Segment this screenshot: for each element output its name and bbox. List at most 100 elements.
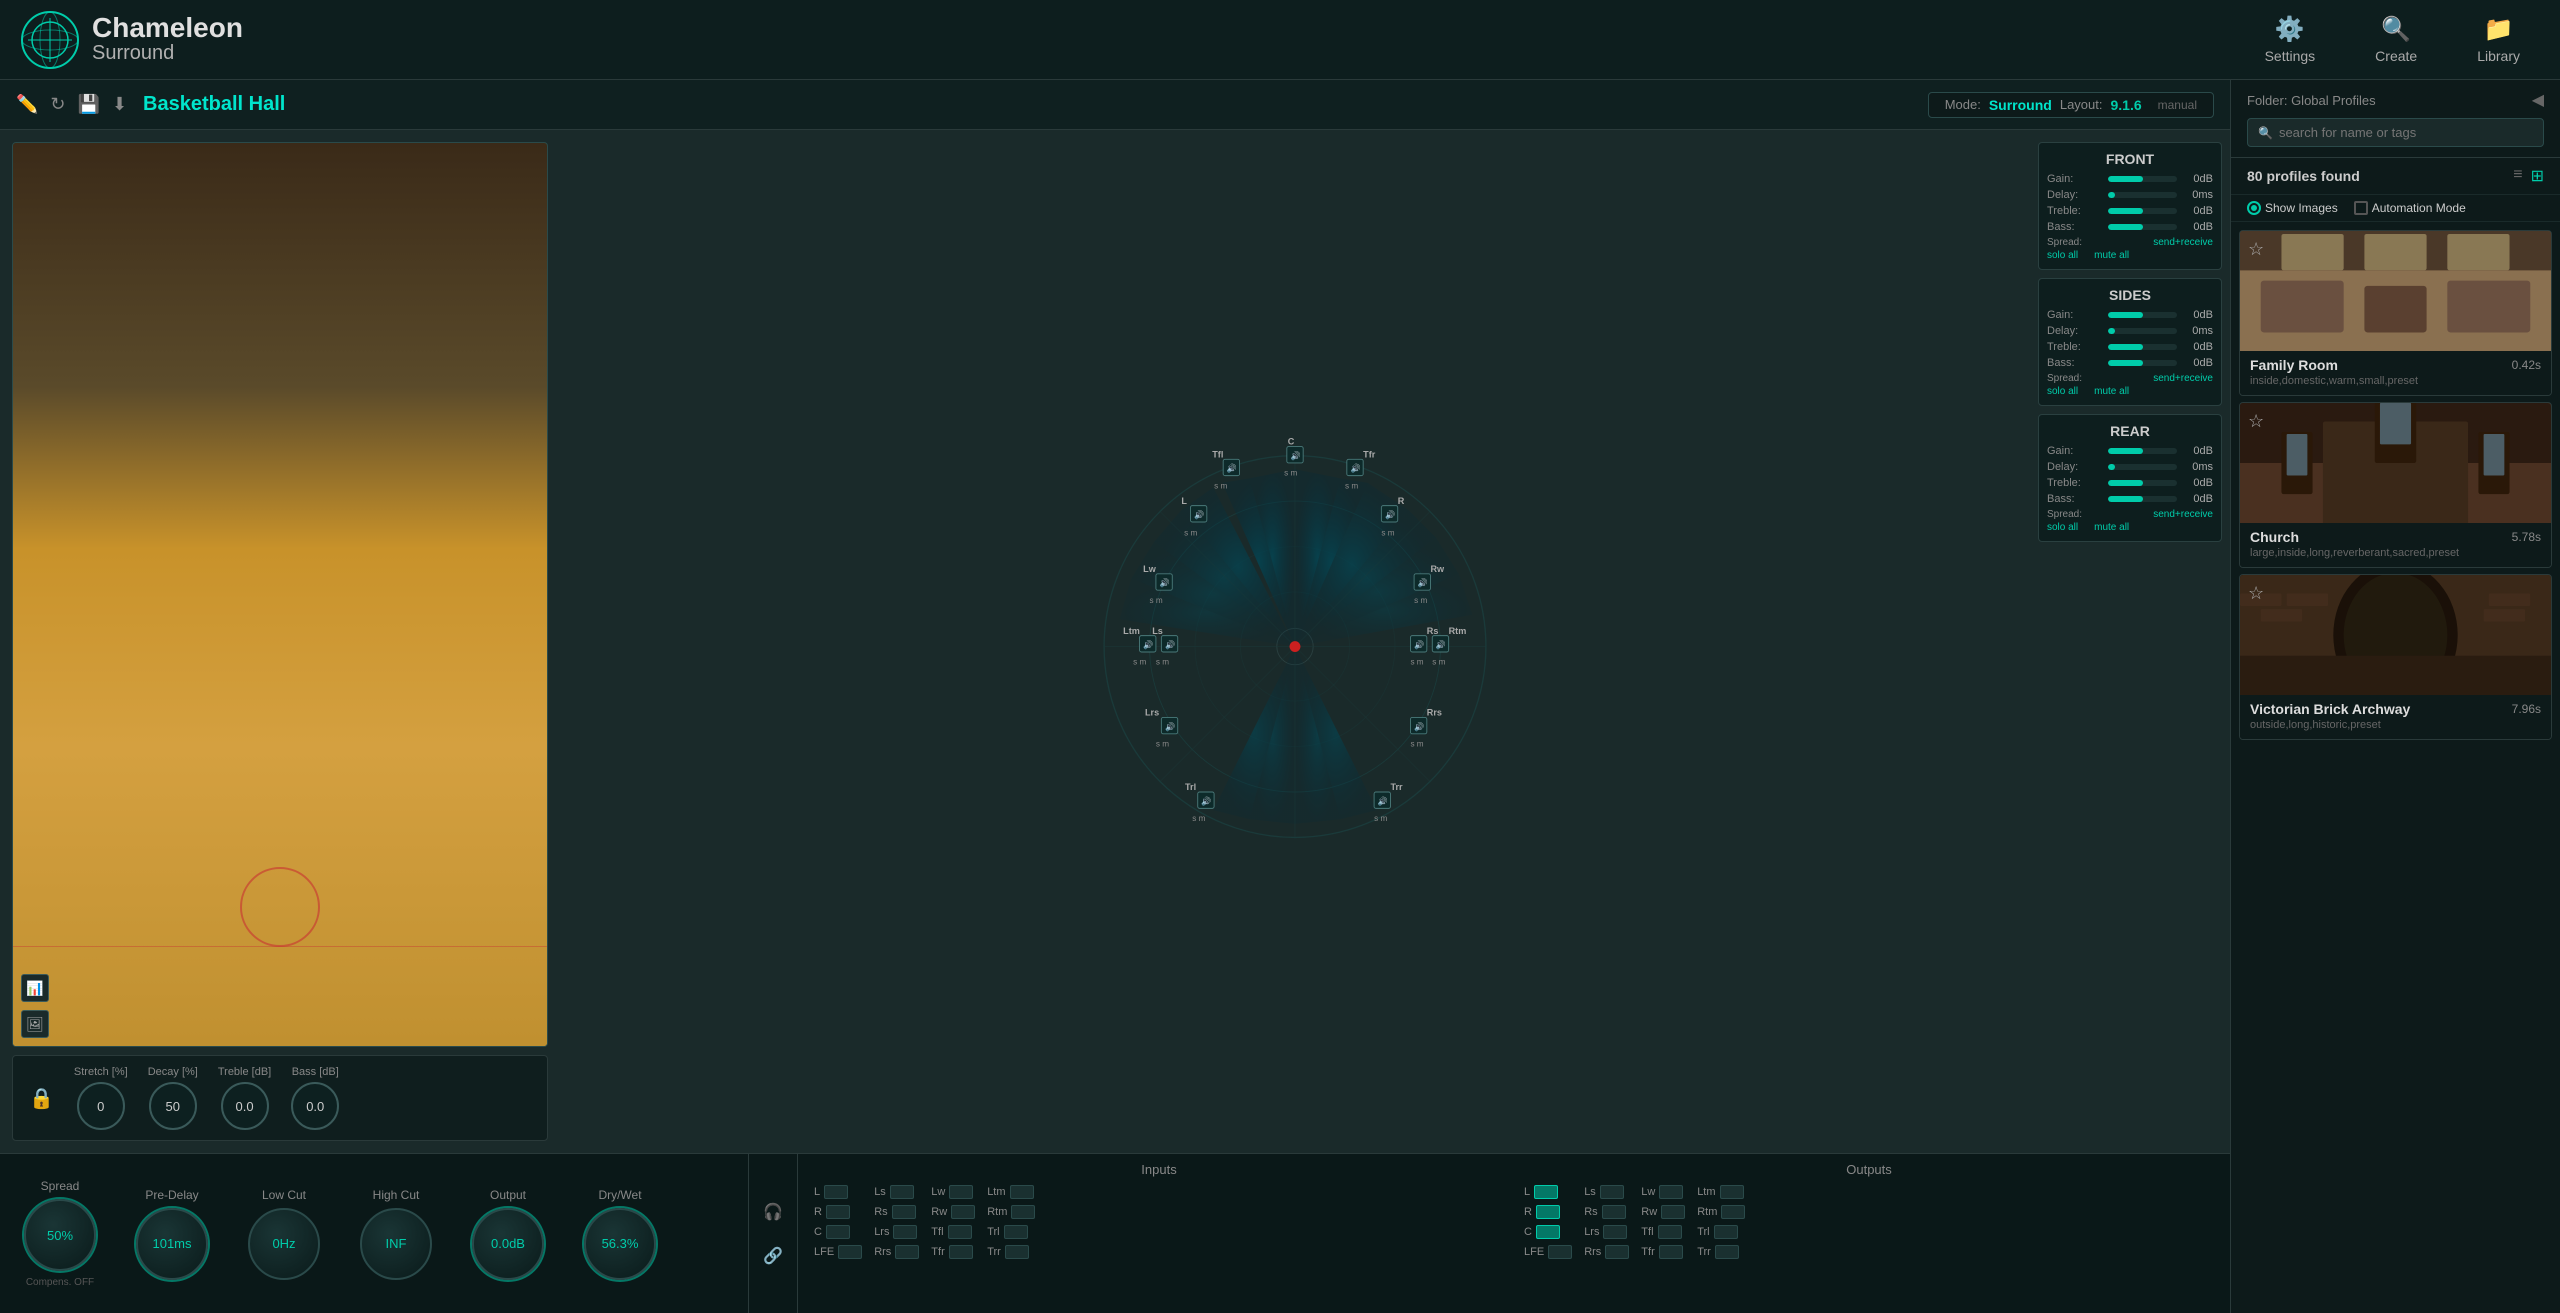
show-images-radio[interactable] [2247,201,2261,215]
front-solo-all[interactable]: solo all [2047,250,2078,261]
rear-spread-value[interactable]: send+receive [2153,509,2213,520]
svg-text:Rtm: Rtm [1449,625,1467,635]
headphone-icon[interactable]: 🎧 [757,1196,789,1228]
sides-panel: SIDES Gain: 0dB Delay: 0ms Treble: [2038,278,2222,406]
output-LFE-box[interactable] [1548,1245,1572,1259]
save-icon[interactable]: 💾 [78,94,100,115]
search-input[interactable] [2279,125,2533,140]
spread-knob-value: 50% [47,1228,73,1243]
rear-mute-all[interactable]: mute all [2094,522,2129,533]
link-icon[interactable]: 🔗 [757,1240,789,1272]
archway-star[interactable]: ☆ [2248,583,2264,604]
waveform-icon[interactable]: 📊 [21,974,49,1002]
predelay-knob[interactable]: 101ms [136,1208,208,1280]
lowcut-knob[interactable]: 0Hz [248,1208,320,1280]
show-images-option[interactable]: Show Images [2247,201,2338,215]
input-Tfl-box[interactable] [948,1225,972,1239]
edit-icon[interactable]: ✏️ [16,94,38,115]
input-Rrs-box[interactable] [895,1245,919,1259]
output-Rw-box[interactable] [1661,1205,1685,1219]
lock-icon[interactable]: 🔒 [29,1086,54,1111]
rear-panel: REAR Gain: 0dB Delay: 0ms Treble: [2038,414,2222,542]
input-LFE-box[interactable] [838,1245,862,1259]
front-treble-bar [2108,208,2177,214]
front-mute-all[interactable]: mute all [2094,250,2129,261]
svg-text:Trl: Trl [1185,782,1196,792]
refresh-icon[interactable]: ↻ [50,94,65,115]
automation-mode-checkbox[interactable] [2354,201,2368,215]
list-view-icon[interactable]: ≡ [2513,166,2522,186]
output-knob[interactable]: 0.0dB [472,1208,544,1280]
mode-value[interactable]: Surround [1989,97,2052,113]
spread-knob-sub: Compens. OFF [26,1277,94,1288]
output-Trl-box[interactable] [1714,1225,1738,1239]
bass-knob[interactable]: 0.0 [291,1082,339,1130]
nav-library[interactable]: 📁 Library [2477,15,2520,64]
output-Lw-box[interactable] [1659,1185,1683,1199]
input-Lw-box[interactable] [949,1185,973,1199]
output-Tfr-box[interactable] [1659,1245,1683,1259]
preset-name: Basketball Hall [143,93,285,116]
output-Rtm-box[interactable] [1721,1205,1745,1219]
input-Rtm-box[interactable] [1011,1205,1035,1219]
input-Lrs-box[interactable] [893,1225,917,1239]
sides-mute-all[interactable]: mute all [2094,386,2129,397]
rear-solo-all[interactable]: solo all [2047,522,2078,533]
highcut-knob[interactable]: INF [360,1208,432,1280]
rear-treble-label: Treble: [2047,477,2102,489]
output-R-box[interactable] [1536,1205,1560,1219]
output-Rs-box[interactable] [1602,1205,1626,1219]
profile-card-church[interactable]: ☆ Church 5.78s large,inside,long,reverbe… [2239,402,2552,568]
visualizer-section: 🔊 Tfl s m 🔊 C s m 🔊 Tfr s m [560,130,2030,1153]
profile-card-family-room[interactable]: ☆ Family Room 0.42s inside,domestic,warm… [2239,230,2552,396]
family-room-star[interactable]: ☆ [2248,239,2264,260]
rear-bass-row: Bass: 0dB [2047,493,2213,505]
input-L-box[interactable] [824,1185,848,1199]
grid-view-icon[interactable]: ⊞ [2531,166,2544,186]
input-Rs: Rs [874,1205,919,1219]
output-Ltm-box[interactable] [1720,1185,1744,1199]
stretch-knob[interactable]: 0 [77,1082,125,1130]
treble-knob[interactable]: 0.0 [221,1082,269,1130]
front-spread-value[interactable]: send+receive [2153,237,2213,248]
svg-text:🔊: 🔊 [1350,463,1360,474]
automation-mode-option[interactable]: Automation Mode [2354,201,2466,215]
input-Trr-box[interactable] [1005,1245,1029,1259]
sides-solo-all[interactable]: solo all [2047,386,2078,397]
highcut-knob-group: High Cut INF [360,1188,432,1280]
decay-knob[interactable]: 50 [149,1082,197,1130]
output-C-box[interactable] [1536,1225,1560,1239]
svg-text:Ls: Ls [1152,625,1163,635]
rear-delay-row: Delay: 0ms [2047,461,2213,473]
output-Ls-box[interactable] [1600,1185,1624,1199]
sidebar-collapse-icon[interactable]: ◀ [2532,90,2544,110]
nav-settings[interactable]: ⚙️ Settings [2265,15,2316,64]
input-C-box[interactable] [826,1225,850,1239]
spread-knob[interactable]: 50% [24,1199,96,1271]
search-box[interactable]: 🔍 [2247,118,2544,147]
profile-card-archway[interactable]: ☆ Victorian Brick Archway 7.96s outside,… [2239,574,2552,740]
svg-text:L: L [1181,495,1187,505]
input-L: L [814,1185,862,1199]
download-icon[interactable]: ⬇ [112,94,127,115]
output-L-box[interactable] [1534,1185,1558,1199]
output-Tfl-box[interactable] [1658,1225,1682,1239]
output-Trr-box[interactable] [1715,1245,1739,1259]
output-Lrs-box[interactable] [1603,1225,1627,1239]
image-icon[interactable]: 🖼 [21,1010,49,1038]
input-Trl-box[interactable] [1004,1225,1028,1239]
input-Ltm-box[interactable] [1010,1185,1034,1199]
nav-create[interactable]: 🔍 Create [2375,15,2417,64]
input-Ls-box[interactable] [890,1185,914,1199]
layout-value[interactable]: 9.1.6 [2111,97,2142,113]
output-Rrs-box[interactable] [1605,1245,1629,1259]
drywet-knob[interactable]: 56.3% [584,1208,656,1280]
sides-spread-value[interactable]: send+receive [2153,373,2213,384]
input-Rs-box[interactable] [892,1205,916,1219]
input-R-box[interactable] [826,1205,850,1219]
input-Rw-box[interactable] [951,1205,975,1219]
sides-gain-bar [2108,312,2177,318]
church-star[interactable]: ☆ [2248,411,2264,432]
highcut-knob-label: High Cut [373,1188,420,1202]
input-Tfr-box[interactable] [949,1245,973,1259]
